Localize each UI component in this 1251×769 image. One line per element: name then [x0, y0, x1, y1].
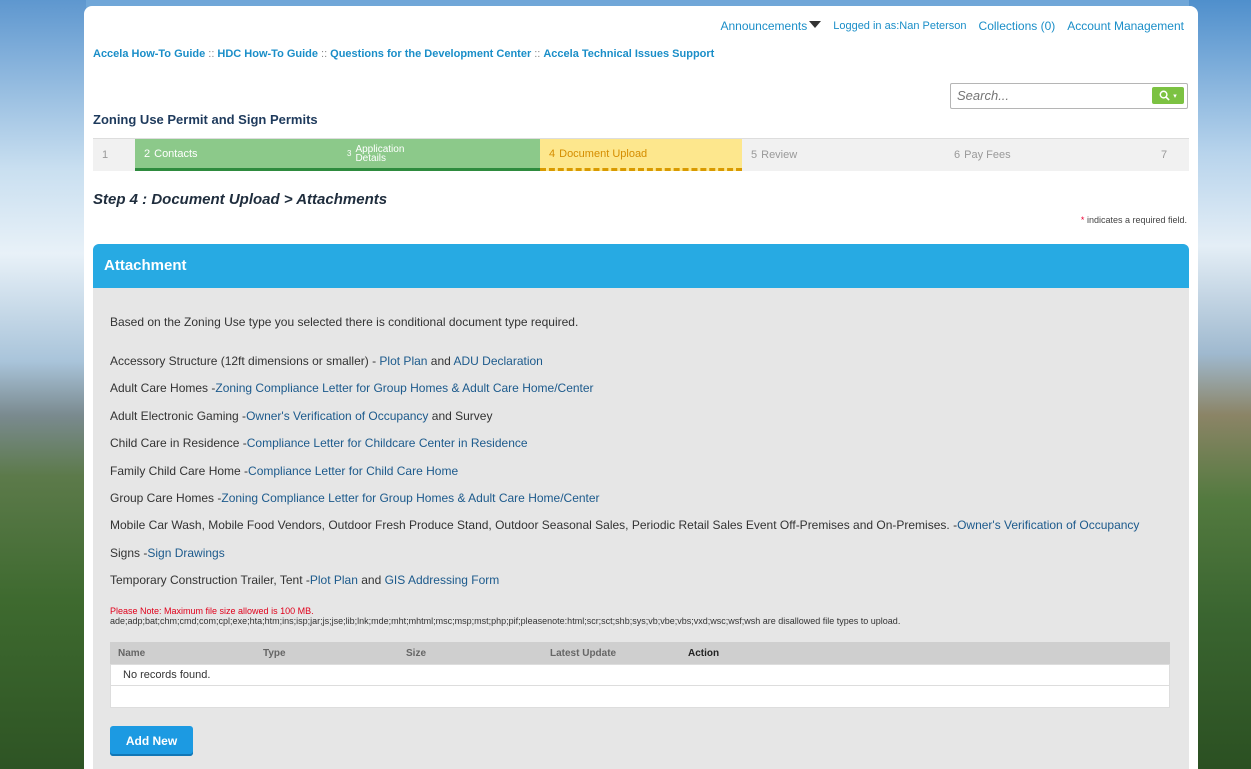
- requirement-row: Temporary Construction Trailer, Tent -Pl…: [110, 573, 1139, 600]
- requirement-row: Accessory Structure (12ft dimensions or …: [110, 354, 1139, 381]
- requirement-label: Adult Electronic Gaming -: [110, 408, 247, 423]
- requirement-row: Child Care in Residence -Compliance Lett…: [110, 436, 1139, 463]
- requirement-joiner: and: [357, 573, 385, 588]
- step-progress-bar: 1 2 Contacts 3 Application Details 4 Docume…: [93, 138, 1189, 171]
- document-link[interactable]: Sign Drawings: [147, 546, 224, 560]
- intro-text: Based on the Zoning Use type you selecte…: [110, 315, 579, 329]
- breadcrumb-item[interactable]: Questions for the Development Center: [330, 48, 531, 60]
- table-row: [110, 686, 1170, 708]
- step-heading: Step 4 : Document Upload > Attachments: [93, 191, 388, 208]
- step-3-application-details[interactable]: 3 Application Details: [338, 139, 540, 171]
- requirement-row: Family Child Care Home -Compliance Lette…: [110, 464, 1139, 491]
- step-number: 1: [102, 149, 109, 161]
- breadcrumb-item[interactable]: HDC How-To Guide: [217, 48, 318, 60]
- file-size-warning: Please Note: Maximum file size allowed i…: [110, 606, 314, 616]
- attachments-table: Name Type Size Latest Update Action No r…: [110, 642, 1170, 708]
- step-label: Application Details: [355, 143, 405, 164]
- step-label: Document Upload: [559, 147, 648, 160]
- step-number: 4: [549, 147, 556, 160]
- document-link[interactable]: Zoning Compliance Letter for Group Homes…: [221, 491, 599, 505]
- dropdown-arrow-icon: ▾: [1173, 92, 1177, 100]
- breadcrumb: Accela How-To Guide:: HDC How-To Guide:: Q…: [93, 48, 714, 60]
- step-label: Review: [761, 149, 798, 161]
- step-4-document-upload: 4 Document Upload: [540, 139, 742, 171]
- requirement-label: Adult Care Homes -: [110, 381, 216, 396]
- panel-title: Attachment: [93, 244, 1189, 288]
- required-field-note: * indicates a required field.: [1081, 215, 1187, 225]
- table-row: No records found.: [110, 664, 1170, 686]
- required-text: indicates a required field.: [1084, 215, 1187, 225]
- attachment-panel: Attachment Based on the Zoning Use type …: [93, 244, 1189, 769]
- announcements-link[interactable]: Announcements: [720, 19, 822, 33]
- background-left: [0, 0, 86, 769]
- document-link[interactable]: Zoning Compliance Letter for Group Homes…: [215, 381, 593, 395]
- step-6-pay-fees: 6 Pay Fees: [945, 139, 1147, 171]
- breadcrumb-separator: ::: [208, 48, 215, 60]
- step-label: Contacts: [154, 147, 198, 160]
- requirement-row: Group Care Homes -Zoning Compliance Lett…: [110, 491, 1139, 518]
- breadcrumb-separator: ::: [321, 48, 328, 60]
- upload-note: Please Note: Maximum file size allowed i…: [110, 606, 900, 626]
- requirement-row: Signs -Sign Drawings: [110, 546, 1139, 573]
- col-latest-update[interactable]: Latest Update: [542, 648, 680, 659]
- col-name[interactable]: Name: [110, 648, 255, 659]
- document-link[interactable]: ADU Declaration: [453, 354, 542, 368]
- collections-link[interactable]: Collections (0): [979, 19, 1056, 33]
- disallowed-file-types: ade;adp;bat;chm;cmd;com;cpl;exe;hta;htm;…: [110, 616, 901, 626]
- col-size[interactable]: Size: [398, 648, 542, 659]
- top-navigation: Announcements Logged in as:Nan Peterson …: [720, 19, 1184, 33]
- add-new-button[interactable]: Add New: [110, 726, 193, 756]
- requirement-joiner: and: [427, 354, 454, 368]
- breadcrumb-item[interactable]: Accela Technical Issues Support: [543, 48, 714, 60]
- step-number: 3: [347, 149, 352, 158]
- requirement-label: Temporary Construction Trailer, Tent -: [110, 573, 310, 588]
- table-header: Name Type Size Latest Update Action: [110, 642, 1170, 664]
- search-button[interactable]: ▾: [1152, 87, 1184, 104]
- caret-down-icon: [809, 21, 822, 28]
- search-input[interactable]: [951, 84, 1143, 106]
- logged-in-user: Logged in as:Nan Peterson: [833, 20, 967, 32]
- requirement-suffix: and Survey: [428, 408, 493, 423]
- background-right: [1189, 0, 1251, 769]
- account-management-link[interactable]: Account Management: [1067, 19, 1184, 33]
- col-action: Action: [688, 647, 720, 659]
- requirement-label: Signs -: [110, 545, 148, 560]
- step-number: 2: [144, 147, 151, 160]
- document-requirements-list: Accessory Structure (12ft dimensions or …: [110, 354, 1139, 601]
- search-box: ▾: [950, 83, 1188, 109]
- requirement-label: Mobile Car Wash, Mobile Food Vendors, Ou…: [110, 518, 958, 533]
- document-link[interactable]: Owner's Verification of Occupancy: [246, 409, 428, 423]
- step-2-contacts[interactable]: 2 Contacts: [135, 139, 338, 171]
- step-7: 7: [1147, 139, 1189, 171]
- step-5-review: 5 Review: [742, 139, 945, 171]
- breadcrumb-item[interactable]: Accela How-To Guide: [93, 48, 205, 60]
- document-link[interactable]: Owner's Verification of Occupancy: [957, 518, 1139, 532]
- requirement-row: Adult Care Homes -Zoning Compliance Lett…: [110, 381, 1139, 408]
- requirement-label: Group Care Homes -: [110, 490, 222, 505]
- document-link[interactable]: Compliance Letter for Child Care Home: [248, 464, 458, 478]
- document-link[interactable]: Plot Plan: [310, 573, 358, 587]
- page-title: Zoning Use Permit and Sign Permits: [93, 112, 318, 127]
- document-link[interactable]: GIS Addressing Form: [385, 573, 500, 587]
- requirement-label: Accessory Structure (12ft dimensions or …: [110, 354, 380, 368]
- step-1: 1: [93, 139, 135, 171]
- requirement-row: Adult Electronic Gaming -Owner's Verific…: [110, 409, 1139, 436]
- requirement-label: Child Care in Residence -: [110, 436, 247, 451]
- requirement-row: Mobile Car Wash, Mobile Food Vendors, Ou…: [110, 518, 1139, 545]
- step-number: 5: [751, 149, 758, 161]
- col-type[interactable]: Type: [255, 648, 398, 659]
- step-label: Pay Fees: [964, 149, 1011, 161]
- step-number: 7: [1161, 149, 1168, 161]
- main-card: Announcements Logged in as:Nan Peterson …: [84, 6, 1198, 769]
- search-icon: [1159, 90, 1170, 101]
- document-link[interactable]: Compliance Letter for Childcare Center i…: [247, 436, 528, 450]
- breadcrumb-separator: ::: [534, 48, 541, 60]
- announcements-label: Announcements: [720, 19, 808, 33]
- document-link[interactable]: Plot Plan: [379, 354, 427, 368]
- step-number: 6: [954, 149, 961, 161]
- requirement-label: Family Child Care Home -: [110, 463, 249, 478]
